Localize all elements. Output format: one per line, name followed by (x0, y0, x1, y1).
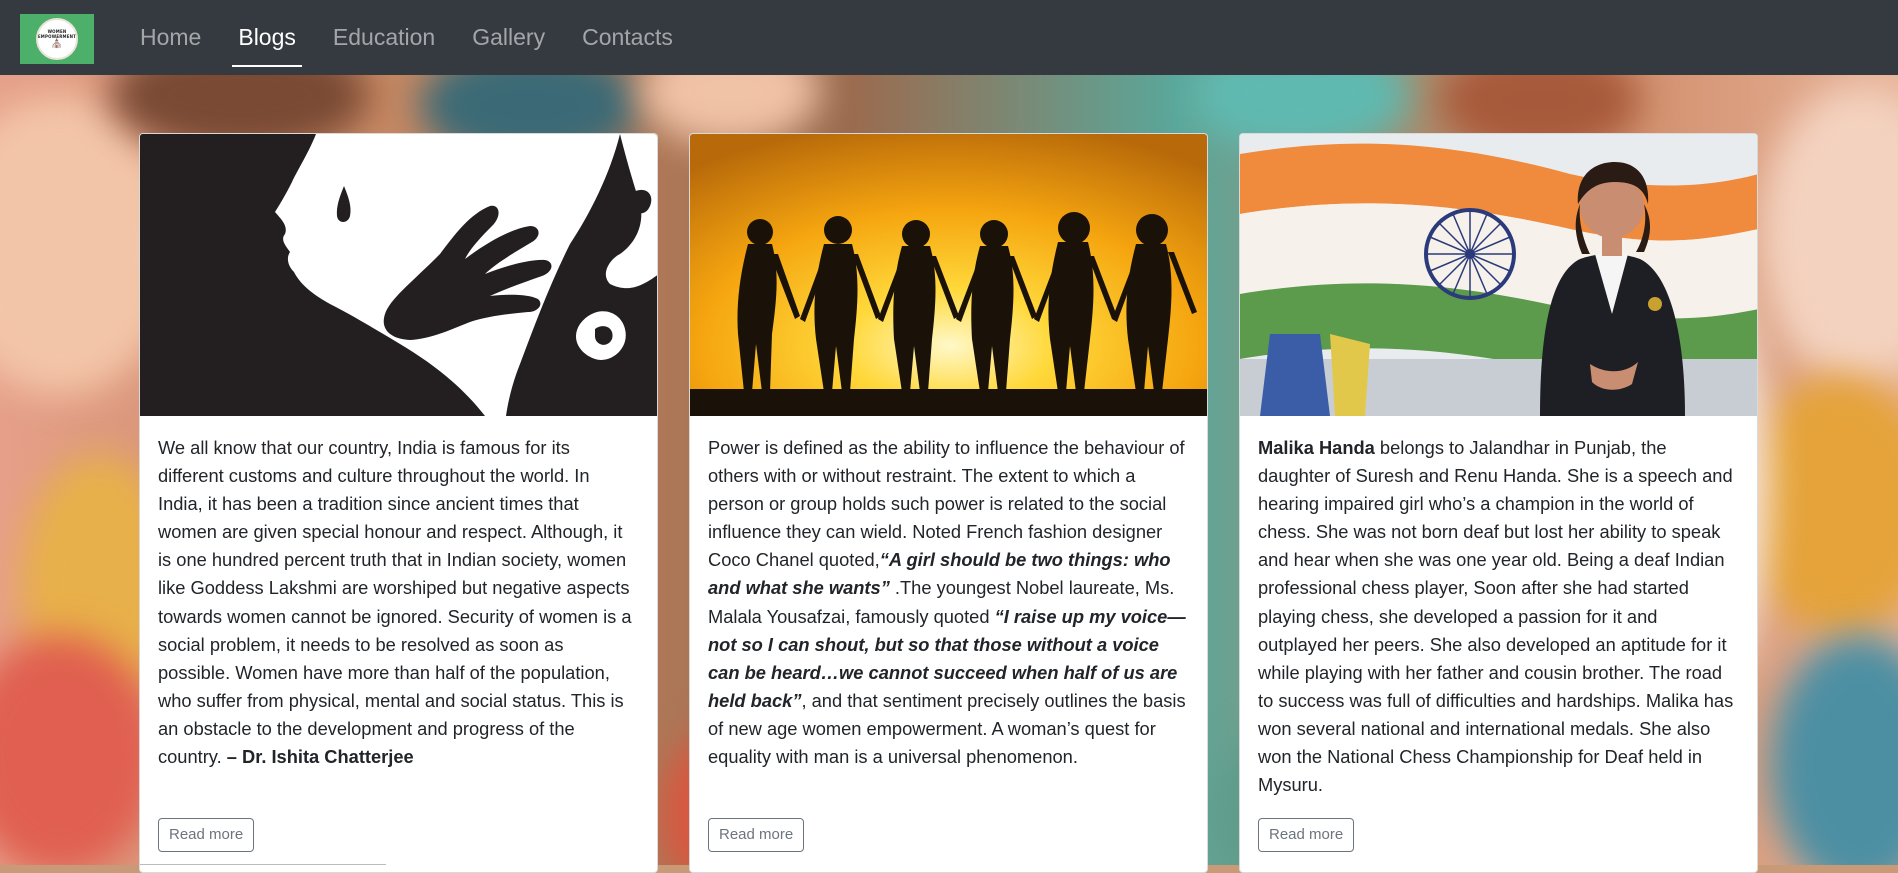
brand-logo[interactable]: WOMEN EMPOWERMENT ⛪ (20, 14, 94, 64)
read-more-button-3[interactable]: Read more (1258, 818, 1355, 852)
nav-link-gallery[interactable]: Gallery (460, 0, 557, 75)
blog-card-1: We all know that our country, India is f… (139, 133, 658, 873)
women-holding-hands-image (690, 134, 1207, 416)
blog-card-3: Malika Handa belongs to Jalandhar in Pun… (1239, 133, 1758, 873)
card-3-text: Malika Handa belongs to Jalandhar in Pun… (1258, 437, 1734, 796)
nav-menu: Home Blogs Education Gallery Contacts (128, 0, 698, 75)
navbar: WOMEN EMPOWERMENT ⛪ Home Blogs Education… (0, 0, 1898, 75)
nav-link-education[interactable]: Education (321, 0, 447, 75)
nav-link-blogs[interactable]: Blogs (226, 0, 308, 75)
nav-link-contacts[interactable]: Contacts (570, 0, 685, 75)
woman-silhouette-image (140, 134, 657, 416)
logo-emblem-icon: WOMEN EMPOWERMENT ⛪ (36, 18, 78, 60)
read-more-button-1[interactable]: Read more (158, 818, 255, 852)
woman-with-flag-image (1240, 134, 1757, 416)
card-1-text: We all know that our country, India is f… (158, 437, 632, 768)
blog-card-2: Power is defined as the ability to influ… (689, 133, 1208, 873)
read-more-button-2[interactable]: Read more (708, 818, 805, 852)
card-2-text: Power is defined as the ability to influ… (708, 437, 1186, 768)
nav-link-home[interactable]: Home (128, 0, 213, 75)
